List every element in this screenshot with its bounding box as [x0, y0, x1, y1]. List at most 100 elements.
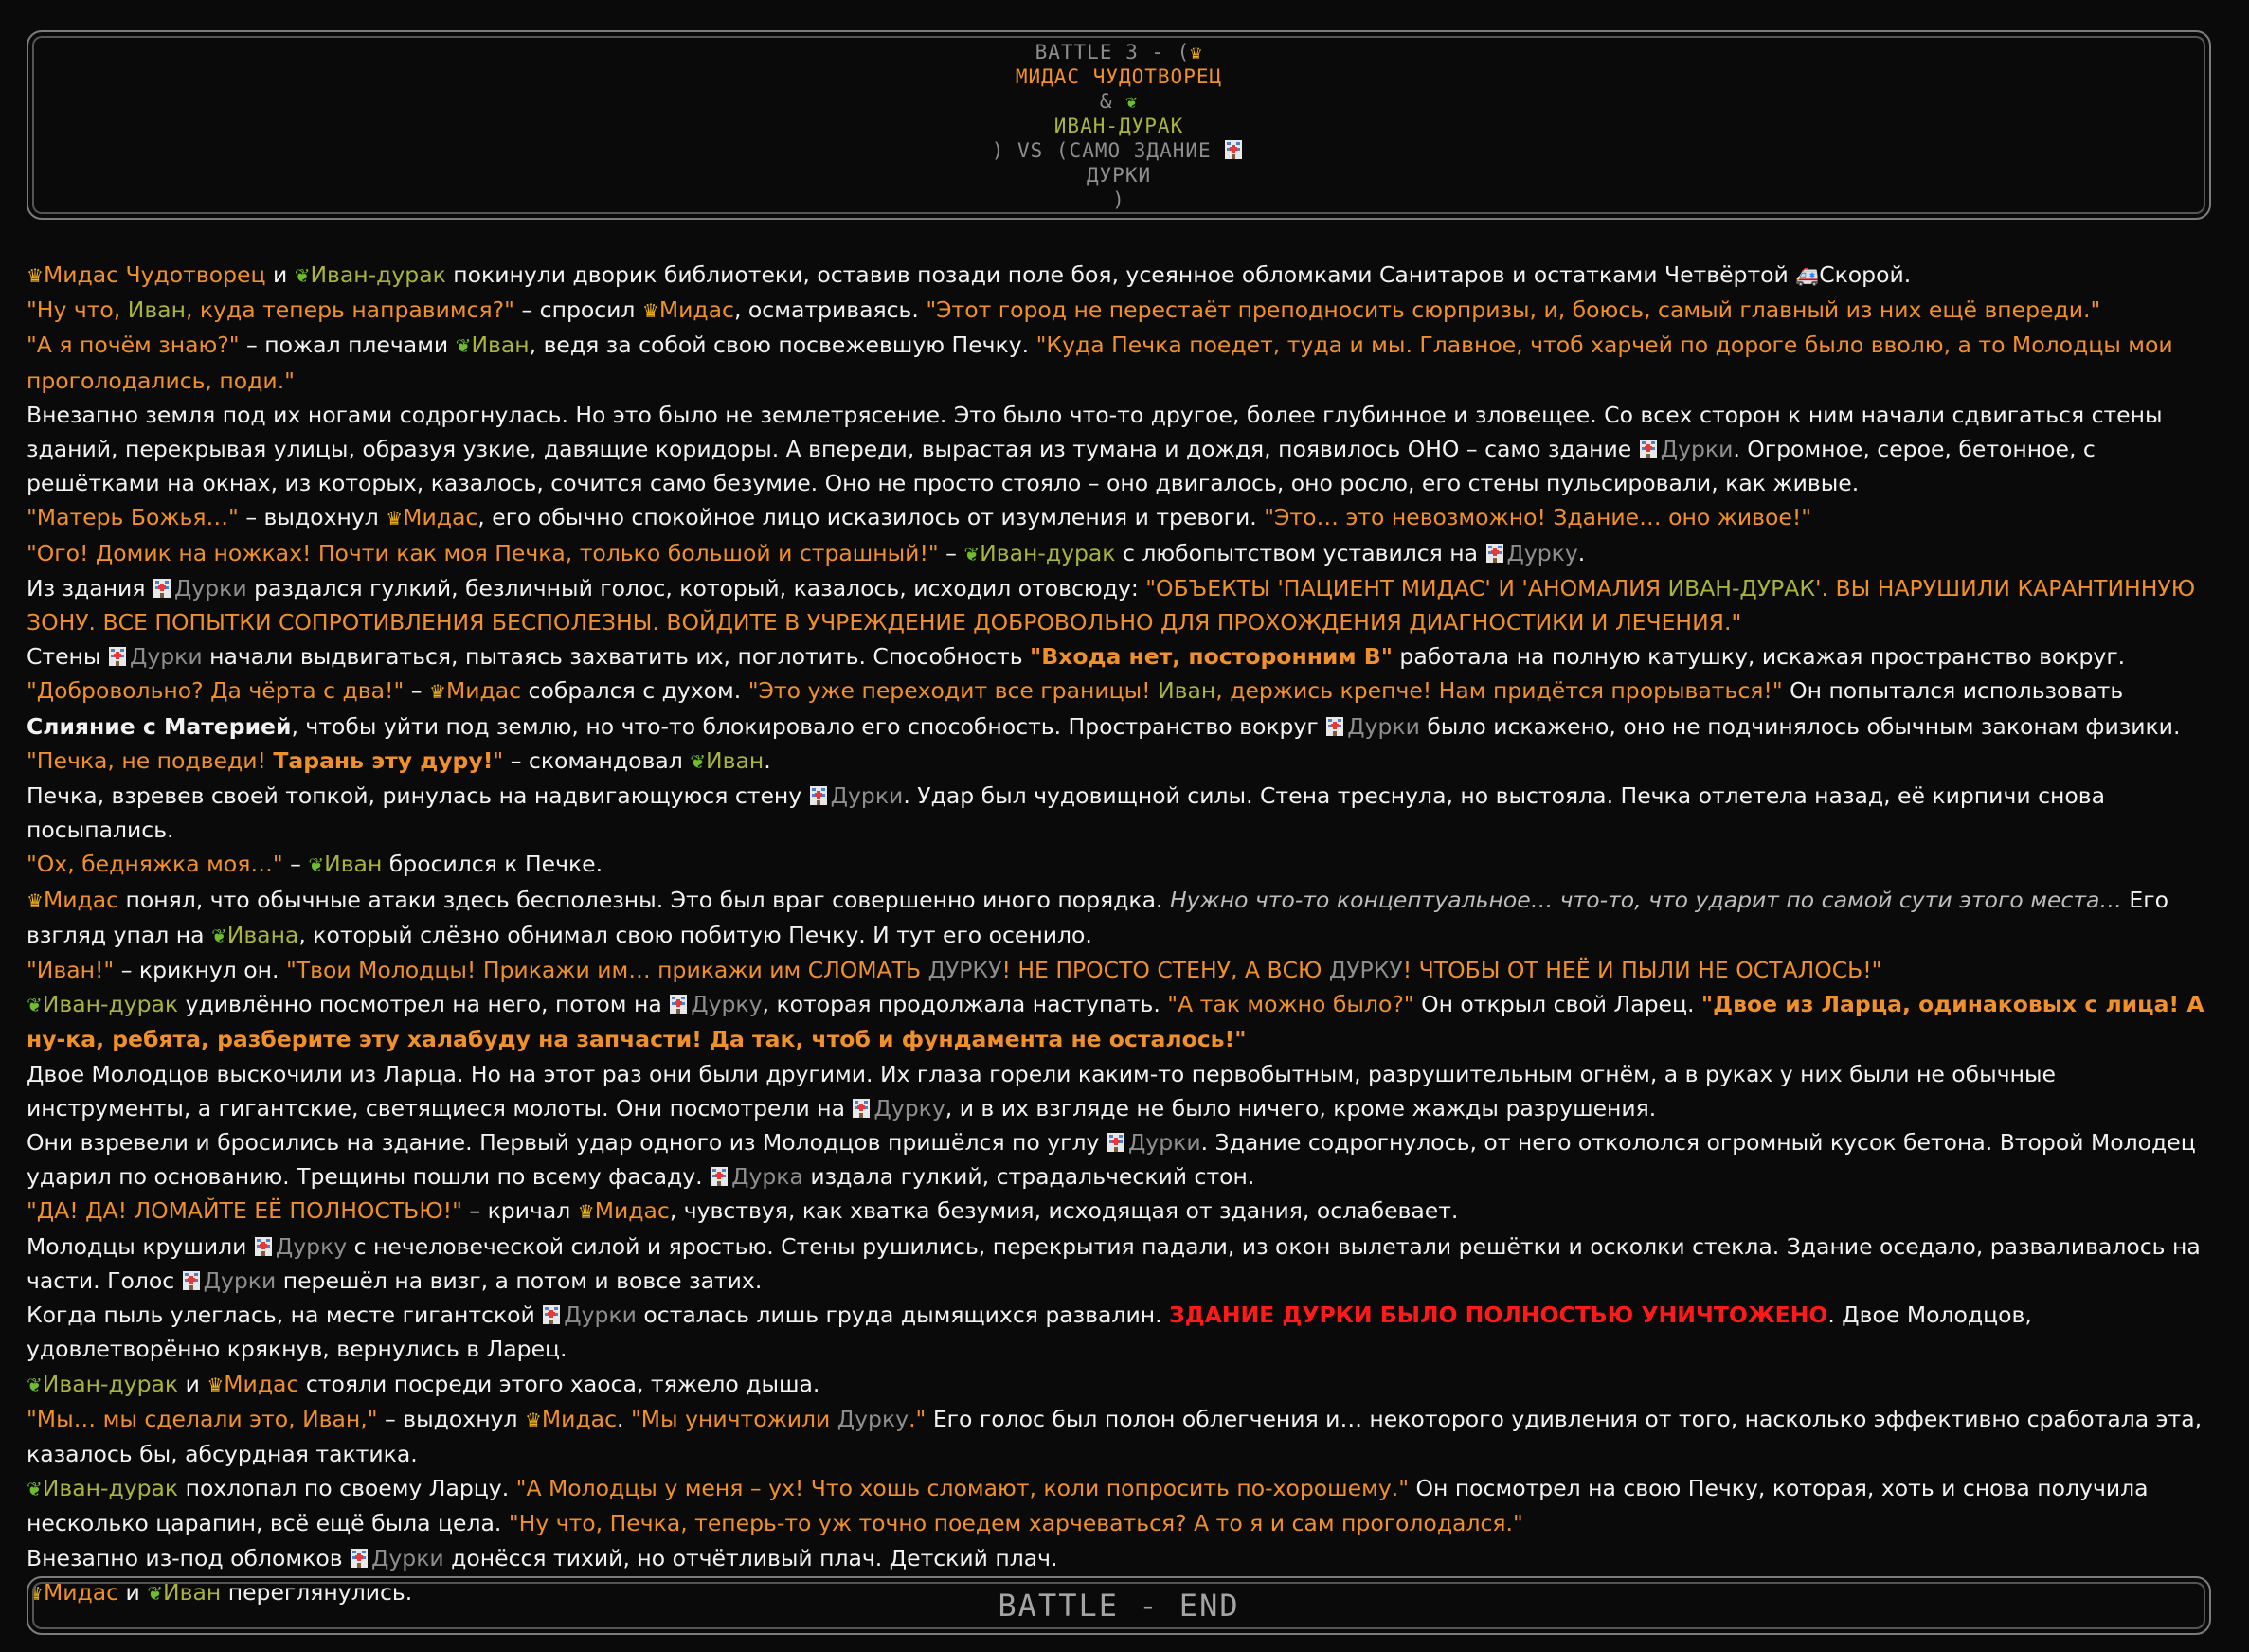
crown-icon: ♛	[577, 1200, 595, 1224]
text: Печка, взревев своей топкой, ринулась на…	[27, 782, 809, 810]
speech: "Это… это невозможно! Здание… оно живое!…	[1264, 504, 1812, 531]
speech: ! ЧТОБЫ ОТ НЕЁ И ПЫЛИ НЕ ОСТАЛОСЬ!"	[1402, 957, 1882, 984]
sprout-icon: ❦	[27, 1478, 43, 1501]
name-durka: Дурку	[1506, 539, 1578, 566]
name-durka: Дурки	[371, 1544, 444, 1571]
text: начали выдвигаться, пытаясь захватить их…	[202, 643, 1031, 671]
text: , и в их взгляде не было ничего, кроме ж…	[945, 1094, 1657, 1122]
hospital-building-icon	[1107, 1132, 1125, 1153]
hospital-building-icon	[153, 578, 171, 599]
text: было искажено, оно не подчинялось обычны…	[1419, 712, 2181, 740]
text: понял, что обычные атаки здесь бесполезн…	[118, 886, 1170, 913]
battle-header: BATTLE 3 - (♛ МИДАС ЧУДОТВОРЕЦ & ❦ ИВАН-…	[27, 30, 2211, 220]
name-ivan: Иван	[324, 851, 383, 878]
text: – выдохнул	[377, 1405, 525, 1432]
text: –	[282, 851, 309, 878]
header-line-vs: ) VS (САМО ЗДАНИЕ	[991, 139, 1212, 162]
text: похлопал по своему Ларцу.	[178, 1475, 516, 1502]
sprout-icon: ❦	[27, 1373, 43, 1396]
text: Молодцы крушили	[27, 1232, 254, 1260]
header-line-amp: &	[1099, 90, 1113, 113]
text: , ведя за собой свою посвежевшую Печку.	[529, 332, 1036, 359]
speech: "Ну что, Печка, теперь-то уж точно поеде…	[508, 1510, 1523, 1537]
paragraph: "Матерь Божья…" – выдохнул ♛Мидас, его о…	[27, 500, 2211, 535]
sprout-icon: ❦	[690, 749, 707, 773]
crown-icon: ♛	[429, 680, 446, 704]
sprout-icon: ❦	[963, 542, 981, 566]
speech: "Это уже переходит все границы!	[747, 677, 1159, 705]
sprout-icon: ❦	[308, 853, 325, 877]
text: .	[617, 1405, 631, 1432]
name-durka: Дурки	[830, 782, 904, 810]
paragraph: Когда пыль улеглась, на месте гигантской…	[27, 1298, 2211, 1366]
paragraph: Стены Дурки начали выдвигаться, пытаясь …	[27, 639, 2211, 673]
name-durka: Дурки	[203, 1266, 277, 1294]
text: осталась лишь груда дымящихся развалин.	[636, 1302, 1170, 1329]
text: Он попытался использовать	[1782, 677, 2124, 705]
sprout-icon: ❦	[455, 334, 472, 358]
text: Когда пыль улеглась, на месте гигантской	[27, 1302, 543, 1329]
name-midas: Мидас Чудотворец	[43, 261, 266, 288]
paragraph: "ДА! ДА! ЛОМАЙТЕ ЕЁ ПОЛНОСТЬЮ!" – кричал…	[27, 1194, 2211, 1229]
text: стояли посреди этого хаоса, тяжело дыша.	[298, 1370, 820, 1397]
story-text: ♛Мидас Чудотворец и ❦Иван-дурак покинули…	[27, 258, 2211, 1610]
text: – кричал	[461, 1197, 578, 1225]
paragraph: Из здания Дурки раздался гулкий, безличн…	[27, 571, 2211, 639]
paragraph: Внезапно земля под их ногами содрогнулас…	[27, 398, 2211, 501]
text: , которая продолжала наступать.	[762, 991, 1168, 1018]
hospital-building-icon	[350, 1548, 369, 1569]
paragraph: "Ого! Домик на ножках! Почти как моя Печ…	[27, 536, 2211, 571]
paragraph: "А я почём знаю?" – пожал плечами ❦Иван,…	[27, 328, 2211, 397]
speech: ."	[909, 1405, 927, 1432]
speech: "А Молодцы у меня – ух! Что хошь сломают…	[515, 1475, 1410, 1502]
ability-name: Тарань эту дуру!	[273, 746, 494, 774]
hospital-building-icon	[710, 1166, 729, 1187]
crown-icon: ♛	[27, 264, 44, 287]
speech: "А так можно было?"	[1167, 991, 1414, 1018]
name-midas: Мидас	[541, 1405, 618, 1432]
paragraph: "Иван!" – крикнул он. "Твои Молодцы! При…	[27, 953, 2211, 987]
text: с любопытством уставился на	[1115, 539, 1485, 566]
name-ivan: Иван	[471, 332, 530, 359]
speech: , куда теперь направимся?"	[185, 296, 514, 324]
paragraph: Они взревели и бросились на здание. Перв…	[27, 1125, 2211, 1194]
paragraph: "Ох, бедняжка моя…" – ❦Иван бросился к П…	[27, 847, 2211, 882]
hospital-building-icon	[254, 1236, 273, 1257]
text: Он открыл свой Ларец.	[1413, 991, 1701, 1018]
header-line-durka: ДУРКИ	[1086, 164, 1152, 187]
crown-icon: ♛	[1190, 41, 1203, 63]
speech: "Этот город не перестаёт преподносить сю…	[926, 296, 2101, 324]
name-durka: Дурки	[564, 1302, 637, 1329]
text: – выдохнул	[238, 504, 387, 531]
header-line-battle: BATTLE 3 - (	[1035, 41, 1191, 63]
sprout-icon: ❦	[1125, 90, 1139, 113]
name-durka: Дурку	[275, 1232, 348, 1260]
paragraph: Внезапно из-под обломков Дурки донёсся т…	[27, 1541, 2211, 1575]
text: –	[938, 539, 964, 566]
header-line-ivan: ИВАН-ДУРАК	[1053, 115, 1184, 137]
name-ivan: ИВАН-ДУРАК	[1667, 574, 1816, 602]
name-ivan: Иван-дурак	[310, 261, 446, 288]
speech: "Ого! Домик на ножках! Почти как моя Печ…	[27, 539, 939, 566]
text: .	[1577, 539, 1586, 566]
text: Они взревели и бросились на здание. Перв…	[27, 1129, 1107, 1157]
hospital-building-icon	[108, 646, 127, 667]
paragraph: Печка, взревев своей топкой, ринулась на…	[27, 779, 2211, 847]
speech: "Твои Молодцы! Прикажи им… прикажи им СЛ…	[285, 957, 928, 984]
text: –	[404, 677, 429, 705]
name-durka: Дурку	[873, 1094, 945, 1122]
text: , чувствуя, как хватка безумия, исходяща…	[669, 1197, 1459, 1225]
sprout-icon: ❦	[210, 924, 227, 947]
speech: "ОБЪЕКТЫ 'ПАЦИЕНТ МИДАС' И 'АНОМАЛИЯ	[1145, 574, 1668, 602]
name-ivan: Иван	[127, 296, 186, 324]
paragraph: Молодцы крушили Дурку с нечеловеческой с…	[27, 1230, 2211, 1298]
speech: "Добровольно? Да чёрта с два!"	[27, 677, 405, 705]
paragraph: "Печка, не подведи! Тарань эту дуру!" – …	[27, 744, 2211, 779]
hospital-building-icon	[1325, 716, 1344, 737]
text: издала гулкий, страдальческий стон.	[802, 1163, 1255, 1191]
hospital-building-icon	[1639, 439, 1658, 459]
speech: "ДА! ДА! ЛОМАЙТЕ ЕЁ ПОЛНОСТЬЮ!"	[27, 1197, 462, 1225]
text: Внезапно из-под обломков	[27, 1544, 351, 1571]
crown-icon: ♛	[641, 299, 659, 323]
name-midas: Мидас	[445, 677, 522, 705]
